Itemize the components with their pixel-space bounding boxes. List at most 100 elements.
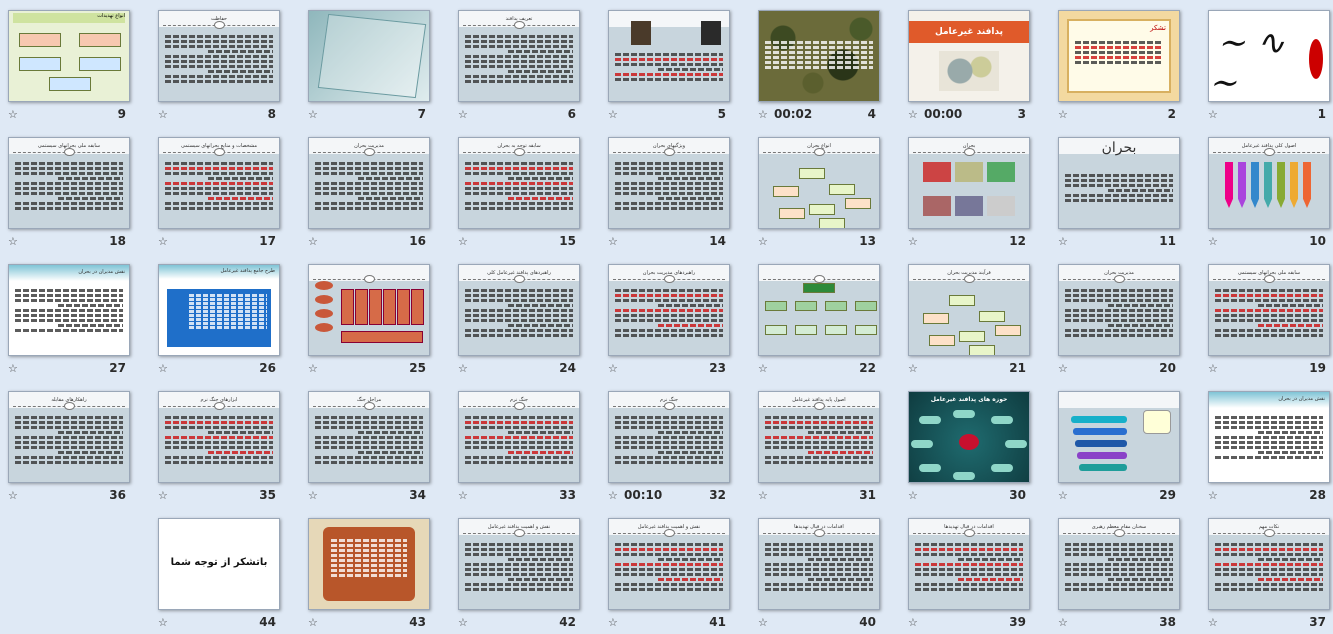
- slide-transition-icon[interactable]: ☆: [308, 489, 318, 502]
- text-line: [15, 456, 123, 459]
- slide-transition-icon[interactable]: ☆: [308, 362, 318, 375]
- slide-thumbnail[interactable]: تعریف پدافند: [458, 10, 580, 102]
- slide-thumbnail[interactable]: انواع بحران: [758, 137, 880, 229]
- slide-thumbnail[interactable]: مدیریت بحران: [308, 137, 430, 229]
- slide-cell: سابقه ملی بحرانهای سیستمی ☆ 19: [1200, 254, 1333, 380]
- slide-thumbnail[interactable]: اقدامات در قبال تهدیدها: [908, 518, 1030, 610]
- slide-thumbnail[interactable]: سابقه توجه به بحران: [458, 137, 580, 229]
- slide-transition-icon[interactable]: ☆: [1058, 489, 1068, 502]
- slide-thumbnail[interactable]: [1058, 391, 1180, 483]
- slide-thumbnail[interactable]: بحران: [908, 137, 1030, 229]
- slide-thumbnail[interactable]: [308, 10, 430, 102]
- slide-transition-icon[interactable]: ☆: [758, 616, 768, 629]
- slide-thumbnail[interactable]: مراحل جنگ: [308, 391, 430, 483]
- slide-transition-icon[interactable]: ☆: [158, 362, 168, 375]
- slide-thumbnail[interactable]: سخنان مقام معظم رهبری: [1058, 518, 1180, 610]
- slide-thumbnail[interactable]: اصول پایه پدافند غیرعامل: [758, 391, 880, 483]
- slide-thumbnail[interactable]: تشکر: [1058, 10, 1180, 102]
- slide-thumbnail[interactable]: نقش مدیران در بحران: [8, 264, 130, 356]
- slide-transition-icon[interactable]: ☆: [158, 235, 168, 248]
- slide-transition-icon[interactable]: ☆: [158, 489, 168, 502]
- text-line: [465, 446, 573, 449]
- slide-thumbnail[interactable]: ~ ∿ ~: [1208, 10, 1330, 102]
- slide-transition-icon[interactable]: ☆: [158, 108, 168, 121]
- slide-thumbnail[interactable]: بحران: [1058, 137, 1180, 229]
- slide-transition-icon[interactable]: ☆: [458, 489, 468, 502]
- slide-transition-icon[interactable]: ☆: [458, 108, 468, 121]
- slide-transition-icon[interactable]: ☆: [458, 616, 468, 629]
- slide-thumbnail[interactable]: راهکارهای مقابله: [8, 391, 130, 483]
- text-line: [658, 558, 723, 561]
- slide-thumbnail[interactable]: سابقه ملی بحرانهای سیستمی: [1208, 264, 1330, 356]
- slide-thumbnail[interactable]: نکات مهم: [1208, 518, 1330, 610]
- slide-transition-icon[interactable]: ☆: [458, 362, 468, 375]
- slide-thumbnail[interactable]: اصول کلی پدافند غیرعامل: [1208, 137, 1330, 229]
- slide-thumbnail[interactable]: [308, 264, 430, 356]
- slide-transition-icon[interactable]: ☆: [1208, 362, 1218, 375]
- slide-transition-icon[interactable]: ☆: [908, 616, 918, 629]
- slide-thumbnail[interactable]: [608, 10, 730, 102]
- text-line: [208, 451, 273, 454]
- text-line: [189, 294, 267, 297]
- slide-thumbnail[interactable]: سابقه ملی بحرانهای سیستمی: [8, 137, 130, 229]
- slide-transition-icon[interactable]: ☆: [908, 235, 918, 248]
- slide-transition-icon[interactable]: ☆: [308, 108, 318, 121]
- slide-transition-icon[interactable]: ☆: [458, 235, 468, 248]
- slide-transition-icon[interactable]: ☆: [1208, 616, 1218, 629]
- slide-thumbnail[interactable]: اقدامات در قبال تهدیدها: [758, 518, 880, 610]
- slide-thumbnail[interactable]: انواع تهدیدات: [8, 10, 130, 102]
- slide-transition-icon[interactable]: ☆: [308, 616, 318, 629]
- slide-transition-icon[interactable]: ☆: [608, 616, 618, 629]
- slide-thumbnail[interactable]: [758, 10, 880, 102]
- slide-thumbnail[interactable]: [758, 264, 880, 356]
- slide-transition-icon[interactable]: ☆: [8, 235, 18, 248]
- slide-transition-icon[interactable]: ☆: [8, 108, 18, 121]
- slide-transition-icon[interactable]: ☆: [758, 489, 768, 502]
- slide-thumbnail[interactable]: طرح جامع پدافند غیرعامل: [158, 264, 280, 356]
- text-line: [1108, 304, 1173, 307]
- slide-transition-icon[interactable]: ☆: [158, 616, 168, 629]
- text-line: [615, 172, 723, 175]
- slide-transition-icon[interactable]: ☆: [908, 362, 918, 375]
- slide-transition-icon[interactable]: ☆: [1208, 489, 1218, 502]
- slide-thumbnail[interactable]: مشخصات و منابع بحرانهای سیستمی: [158, 137, 280, 229]
- slide-thumbnail[interactable]: جنگ نرم: [458, 391, 580, 483]
- slide-transition-icon[interactable]: ☆: [1058, 108, 1068, 121]
- slide-thumbnail[interactable]: ویژگیهای بحران: [608, 137, 730, 229]
- text-line: [615, 543, 723, 546]
- slide-transition-icon[interactable]: ☆: [1058, 362, 1068, 375]
- slide-thumbnail[interactable]: پدافند غیرعامل: [908, 10, 1030, 102]
- slide-thumbnail[interactable]: فرآیند مدیریت بحران: [908, 264, 1030, 356]
- slide-transition-icon[interactable]: ☆: [908, 108, 918, 121]
- slide-transition-icon[interactable]: ☆: [1208, 235, 1218, 248]
- slide-transition-icon[interactable]: ☆: [758, 362, 768, 375]
- slide-transition-icon[interactable]: ☆: [8, 362, 18, 375]
- slide-thumbnail[interactable]: باتشکر از توجه شما: [158, 518, 280, 610]
- slide-transition-icon[interactable]: ☆: [908, 489, 918, 502]
- slide-transition-icon[interactable]: ☆: [1058, 616, 1068, 629]
- slide-transition-icon[interactable]: ☆: [308, 235, 318, 248]
- slide-cell: ☆ 29: [1050, 381, 1200, 507]
- slide-thumbnail[interactable]: نقش مدیران در بحران: [1208, 391, 1330, 483]
- slide-thumbnail[interactable]: راهبردهای مدیریت بحران: [608, 264, 730, 356]
- slide-transition-icon[interactable]: ☆: [758, 108, 768, 121]
- slide-thumbnail[interactable]: حفاظت: [158, 10, 280, 102]
- text-line: [1075, 46, 1163, 49]
- slide-thumbnail[interactable]: نقش و اهمیت پدافند غیرعامل: [458, 518, 580, 610]
- text-line: [465, 202, 573, 205]
- slide-transition-icon[interactable]: ☆: [1208, 108, 1218, 121]
- slide-thumbnail[interactable]: [308, 518, 430, 610]
- slide-thumbnail[interactable]: مدیریت بحران: [1058, 264, 1180, 356]
- slide-transition-icon[interactable]: ☆: [8, 489, 18, 502]
- slide-transition-icon[interactable]: ☆: [608, 108, 618, 121]
- slide-transition-icon[interactable]: ☆: [758, 235, 768, 248]
- slide-transition-icon[interactable]: ☆: [1058, 235, 1068, 248]
- slide-thumbnail[interactable]: جنگ نرم: [608, 391, 730, 483]
- slide-transition-icon[interactable]: ☆: [608, 489, 618, 502]
- slide-transition-icon[interactable]: ☆: [608, 235, 618, 248]
- slide-thumbnail[interactable]: ابزارهای جنگ نرم: [158, 391, 280, 483]
- slide-thumbnail[interactable]: نقش و اهمیت پدافند غیرعامل: [608, 518, 730, 610]
- slide-thumbnail[interactable]: راهبردهای پدافند غیرعامل کلی: [458, 264, 580, 356]
- slide-thumbnail[interactable]: حوزه های پدافند غیرعامل: [908, 391, 1030, 483]
- slide-transition-icon[interactable]: ☆: [608, 362, 618, 375]
